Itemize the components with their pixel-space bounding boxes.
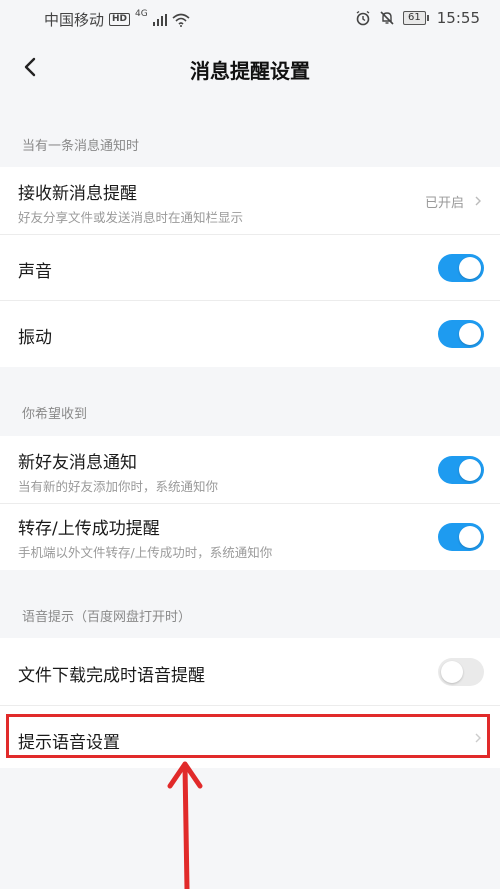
section-label-single-notice: 当有一条消息通知时 [22, 139, 140, 154]
vibrate-toggle[interactable] [438, 320, 484, 348]
battery-level: 61 [403, 11, 426, 25]
arrow-up-icon [167, 761, 203, 889]
new-friend-row: 新好友消息通知 当有新的好友添加你时，系统通知你 [0, 436, 500, 504]
mute-icon [380, 11, 394, 25]
signal-icon [152, 13, 167, 26]
transfer-toggle[interactable] [438, 523, 484, 551]
download-voice-row: 文件下载完成时语音提醒 [0, 638, 500, 706]
vibrate-row: 振动 [0, 301, 500, 367]
chevron-right-icon [475, 733, 481, 743]
hd-badge: HD [109, 13, 131, 26]
status-left: 中国移动 HD 4G [44, 9, 190, 30]
transfer-subtitle: 手机端以外文件转存/上传成功时，系统通知你 [18, 545, 273, 560]
new-friend-title: 新好友消息通知 [18, 453, 137, 473]
battery-icon: 61 [403, 11, 429, 25]
status-right: 61 15:55 [355, 9, 480, 27]
section-label-wish: 你希望收到 [22, 407, 88, 422]
sound-toggle[interactable] [438, 254, 484, 282]
alarm-icon [356, 10, 370, 26]
download-voice-toggle[interactable] [438, 658, 484, 686]
receive-notification-row[interactable]: 接收新消息提醒 好友分享文件或发送消息时在通知栏显示 已开启 [0, 167, 500, 235]
receive-notification-status: 已开启 [424, 196, 464, 211]
status-bar: 中国移动 HD 4G 61 15:55 [0, 0, 500, 36]
voice-settings-row[interactable]: 提示语音设置 [0, 706, 500, 768]
clock: 15:55 [436, 9, 480, 27]
receive-notification-title: 接收新消息提醒 [18, 184, 137, 204]
transfer-title: 转存/上传成功提醒 [18, 519, 160, 539]
new-friend-subtitle: 当有新的好友添加你时，系统通知你 [18, 479, 219, 494]
receive-notification-subtitle: 好友分享文件或发送消息时在通知栏显示 [18, 210, 244, 225]
page-header: 消息提醒设置 [0, 36, 500, 100]
transfer-row: 转存/上传成功提醒 手机端以外文件转存/上传成功时，系统通知你 [0, 504, 500, 570]
sound-row: 声音 [0, 235, 500, 301]
section-label-voice: 语音提示（百度网盘打开时） [22, 610, 192, 625]
sound-title: 声音 [18, 262, 52, 282]
network-type: 4G [135, 8, 148, 19]
page-title: 消息提醒设置 [190, 59, 310, 83]
new-friend-toggle[interactable] [438, 456, 484, 484]
carrier-name: 中国移动 [44, 11, 105, 29]
voice-settings-title: 提示语音设置 [18, 733, 120, 753]
wifi-icon [172, 13, 190, 27]
vibrate-title: 振动 [18, 328, 52, 348]
chevron-right-icon [475, 196, 481, 206]
download-voice-title: 文件下载完成时语音提醒 [18, 666, 205, 686]
